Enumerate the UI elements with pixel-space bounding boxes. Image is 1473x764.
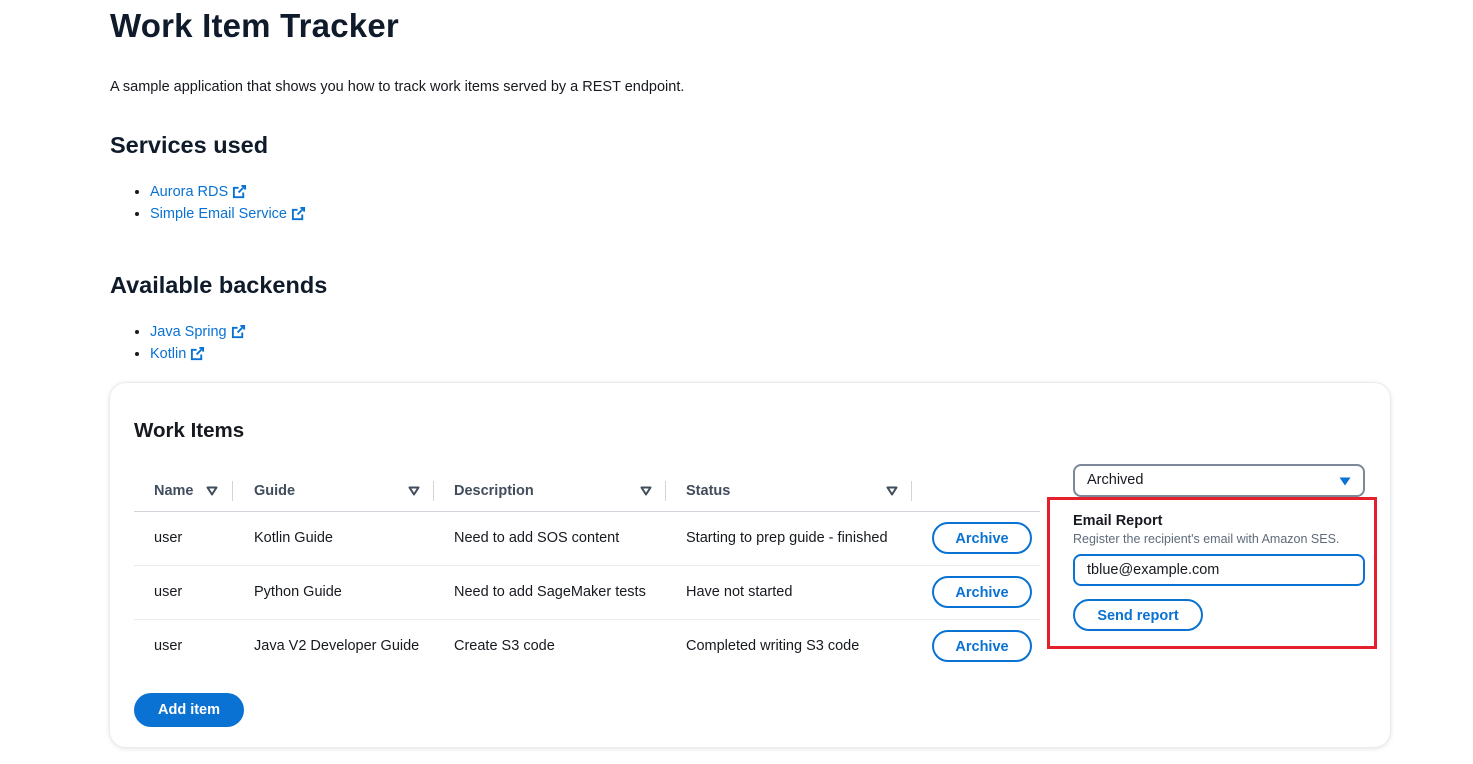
column-divider — [911, 481, 912, 501]
backends-heading: Available backends — [110, 272, 328, 298]
link-label: Aurora RDS — [150, 184, 229, 200]
email-report-title: Email Report — [1073, 513, 1163, 529]
archive-button[interactable]: Archive — [932, 630, 1032, 662]
cell-guide: Python Guide — [254, 584, 342, 600]
cell-description: Need to add SOS content — [454, 530, 620, 546]
link-simple-email-service[interactable]: Simple Email Service — [150, 206, 306, 222]
archive-button[interactable]: Archive — [932, 522, 1032, 554]
table-row: user Python Guide Need to add SageMaker … — [134, 566, 1040, 620]
work-items-card: Work Items Name Guide Description Status… — [110, 383, 1390, 747]
external-link-icon — [291, 206, 306, 221]
add-item-button[interactable]: Add item — [134, 693, 244, 727]
page-intro: A sample application that shows you how … — [110, 79, 685, 95]
work-items-table: Name Guide Description Status user Kotli… — [134, 471, 1040, 673]
sort-down-icon[interactable] — [206, 486, 218, 496]
email-report-description: Register the recipient's email with Amaz… — [1073, 532, 1340, 546]
cell-guide: Kotlin Guide — [254, 530, 333, 546]
column-header-name[interactable]: Name — [154, 471, 194, 511]
column-divider — [665, 481, 666, 501]
cell-guide: Java V2 Developer Guide — [254, 638, 420, 654]
column-divider — [433, 481, 434, 501]
sort-down-icon[interactable] — [886, 486, 898, 496]
column-divider — [232, 481, 233, 501]
archive-button[interactable]: Archive — [932, 576, 1032, 608]
cell-name: user — [154, 530, 183, 546]
page-title: Work Item Tracker — [110, 7, 399, 44]
status-filter-select[interactable]: Archived — [1073, 464, 1365, 497]
caret-down-icon — [1339, 477, 1351, 486]
cell-status: Starting to prep guide - finished — [686, 530, 888, 546]
column-header-status[interactable]: Status — [686, 471, 730, 511]
services-list: Aurora RDS Simple Email Service — [128, 182, 306, 226]
table-row: user Kotlin Guide Need to add SOS conten… — [134, 512, 1040, 566]
list-item: Aurora RDS — [150, 182, 306, 204]
cell-name: user — [154, 638, 183, 654]
column-header-description[interactable]: Description — [454, 471, 534, 511]
services-heading: Services used — [110, 132, 269, 158]
send-report-button[interactable]: Send report — [1073, 599, 1203, 631]
cell-description: Need to add SageMaker tests — [454, 584, 646, 600]
cell-description: Create S3 code — [454, 638, 555, 654]
table-row: user Java V2 Developer Guide Create S3 c… — [134, 620, 1040, 673]
list-item: Java Spring — [150, 322, 246, 344]
sort-down-icon[interactable] — [408, 486, 420, 496]
link-aurora-rds[interactable]: Aurora RDS — [150, 184, 247, 200]
external-link-icon — [191, 346, 205, 361]
email-input[interactable] — [1073, 554, 1365, 586]
sort-down-icon[interactable] — [640, 486, 652, 496]
cell-status: Have not started — [686, 584, 793, 600]
status-filter-value: Archived — [1087, 472, 1144, 488]
link-kotlin[interactable]: Kotlin — [150, 346, 205, 362]
cell-status: Completed writing S3 code — [686, 638, 860, 654]
external-link-icon — [231, 324, 245, 339]
table-header: Name Guide Description Status — [134, 471, 1040, 512]
list-item: Simple Email Service — [150, 204, 306, 226]
column-header-guide[interactable]: Guide — [254, 471, 295, 511]
work-items-heading: Work Items — [134, 419, 245, 442]
list-item: Kotlin — [150, 344, 246, 366]
link-label: Java Spring — [150, 324, 227, 340]
cell-name: user — [154, 584, 183, 600]
link-label: Kotlin — [150, 346, 187, 362]
link-java-spring[interactable]: Java Spring — [150, 324, 246, 340]
external-link-icon — [233, 184, 247, 199]
link-label: Simple Email Service — [150, 206, 287, 222]
backends-list: Java Spring Kotlin — [128, 322, 246, 366]
